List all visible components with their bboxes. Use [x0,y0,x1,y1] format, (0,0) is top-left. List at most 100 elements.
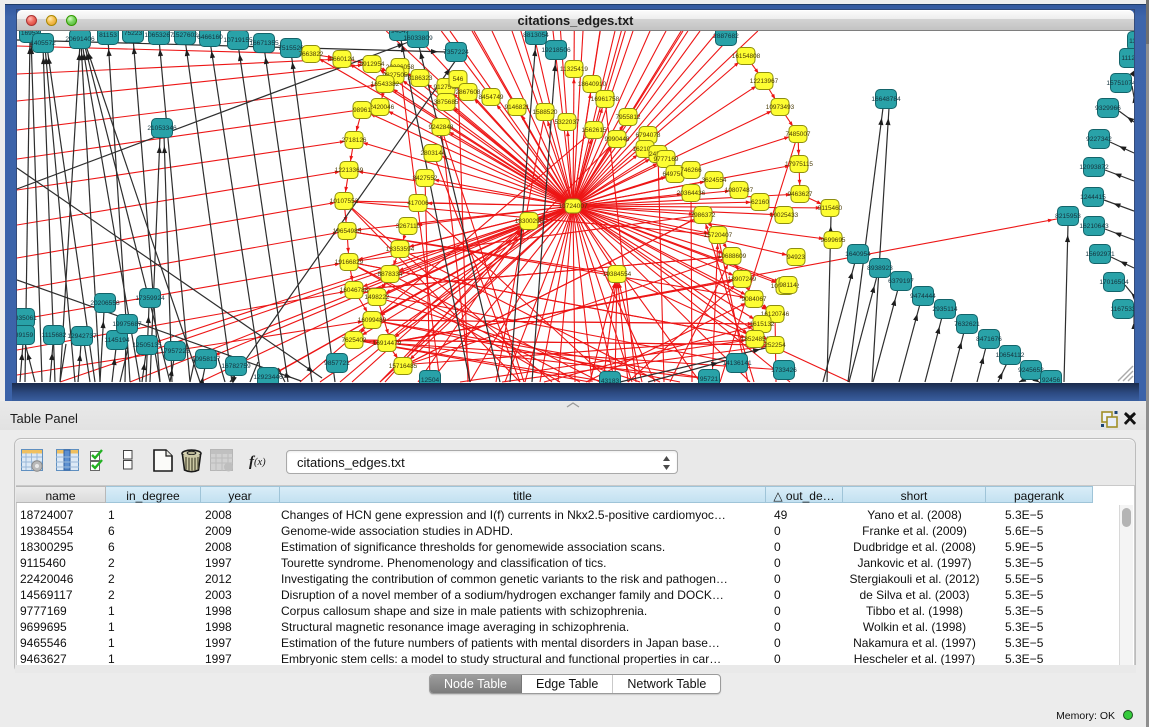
svg-text:417006: 417006 [407,200,429,207]
svg-text:9990448: 9990448 [605,136,630,143]
svg-text:1244415: 1244415 [1080,194,1106,201]
svg-text:16154808: 16154808 [732,53,761,60]
svg-text:11253: 11253 [1129,38,1134,45]
svg-text:252254: 252254 [764,342,786,349]
svg-text:8813054: 8813054 [523,32,549,39]
svg-text:10807487: 10807487 [725,187,754,194]
svg-text:8186323: 8186323 [408,75,433,82]
svg-text:8471676: 8471676 [976,336,1002,343]
svg-text:9245652: 9245652 [1018,367,1044,374]
svg-text:10958117: 10958117 [192,356,221,363]
svg-text:19654985: 19654985 [333,228,362,235]
svg-text:10654112: 10654112 [996,352,1025,359]
svg-text:7663822: 7663822 [299,51,324,58]
svg-text:7632621: 7632621 [954,321,980,328]
svg-text:20364436: 20364436 [677,190,706,197]
svg-text:94923: 94923 [787,254,805,261]
svg-text:9463627: 9463627 [788,191,813,198]
svg-text:12213967: 12213967 [750,78,779,85]
svg-text:15751074: 15751074 [1106,80,1134,87]
svg-text:7485007: 7485007 [786,131,811,138]
svg-text:9115460: 9115460 [818,205,843,212]
svg-text:8660124: 8660124 [330,56,355,63]
svg-text:2935114: 2935114 [932,306,958,313]
svg-text:8215953: 8215953 [1055,213,1081,220]
svg-text:12505135: 12505135 [132,342,162,349]
svg-text:12942737: 12942737 [67,333,97,340]
svg-text:2887682: 2887682 [713,33,739,40]
svg-text:15716485: 15716485 [389,363,418,370]
svg-text:1145194: 1145194 [104,337,130,344]
svg-text:9329966: 9329966 [1095,105,1121,112]
svg-text:1405572: 1405572 [30,40,56,47]
svg-text:(x): (x) [254,457,266,468]
svg-text:2803144: 2803144 [421,150,446,157]
svg-text:20691406: 20691406 [65,36,95,43]
svg-text:6794078: 6794078 [636,132,661,139]
svg-text:9084067: 9084067 [742,296,767,303]
svg-text:1562615: 1562615 [582,127,607,134]
svg-text:10688609: 10688609 [718,253,747,260]
svg-text:9227342: 9227342 [1086,136,1112,143]
svg-text:81153: 81153 [99,32,117,39]
svg-text:17957225: 17957225 [160,348,190,355]
svg-text:16782759: 16782759 [221,363,251,370]
svg-text:10973493: 10973493 [766,104,795,111]
svg-text:21053346: 21053346 [147,125,177,132]
svg-text:1115682: 1115682 [42,332,67,339]
svg-text:75223: 75223 [124,31,143,37]
svg-text:9242848: 9242848 [429,124,454,131]
svg-text:6379197: 6379197 [888,278,914,285]
svg-text:16210643: 16210643 [1079,223,1109,230]
svg-text:8878334: 8878334 [378,271,403,278]
svg-text:1733426: 1733426 [771,367,797,374]
svg-text:1640954: 1640954 [845,251,871,258]
svg-text:546: 546 [453,76,464,83]
svg-text:17016504: 17016504 [1099,279,1129,286]
svg-text:11325419: 11325419 [560,66,588,73]
svg-text:15720407: 15720407 [704,232,733,239]
svg-text:18300295: 18300295 [515,218,544,225]
svg-text:5322037: 5322037 [555,119,580,126]
svg-text:39159: 39159 [17,332,33,339]
svg-text:9777169: 9777169 [654,156,679,163]
svg-text:16033809: 16033809 [403,35,433,42]
svg-text:8938923: 8938923 [867,265,893,272]
svg-text:16099489: 16099489 [358,317,387,324]
svg-text:15692971: 15692971 [1085,251,1115,258]
svg-text:12213369: 12213369 [335,167,364,174]
svg-text:18907249: 18907249 [728,276,757,283]
svg-text:19166829: 19166829 [335,259,364,266]
svg-text:17975115: 17975115 [785,161,813,168]
svg-text:10107553: 10107553 [330,198,359,205]
svg-text:12923446: 12923446 [253,374,283,381]
svg-text:98961: 98961 [353,107,371,114]
svg-text:2718126: 2718126 [342,137,367,144]
svg-text:11125: 11125 [1121,55,1134,62]
svg-text:7625402: 7625402 [342,337,367,344]
svg-text:9146821: 9146821 [505,104,530,111]
svg-text:8912954: 8912954 [360,61,385,68]
svg-text:1498222: 1498222 [365,294,390,301]
svg-text:19975687: 19975687 [112,321,142,328]
svg-text:16671355: 16671355 [249,40,279,47]
svg-text:1588520: 1588520 [533,109,558,116]
svg-text:12093872: 12093872 [1079,164,1109,171]
svg-text:1615132: 1615132 [750,321,775,328]
svg-text:16543382: 16543382 [371,81,400,88]
svg-text:2867608: 2867608 [456,89,481,96]
svg-text:1527602: 1527602 [172,32,198,39]
svg-text:7357224: 7357224 [443,49,469,56]
svg-text:9474444: 9474444 [910,293,936,300]
svg-text:95721: 95721 [700,376,719,383]
svg-text:3875685: 3875685 [434,99,459,106]
svg-text:3624554: 3624554 [702,177,727,184]
svg-text:18640910: 18640910 [578,81,607,88]
svg-text:19218506: 19218506 [541,47,571,54]
svg-text:746266: 746266 [680,167,702,174]
svg-text:19384554: 19384554 [603,271,632,278]
svg-text:98114: 98114 [779,282,797,289]
svg-text:20206558: 20206558 [90,300,120,307]
svg-text:16914479: 16914479 [373,340,402,347]
svg-text:9699695: 9699695 [821,237,846,244]
